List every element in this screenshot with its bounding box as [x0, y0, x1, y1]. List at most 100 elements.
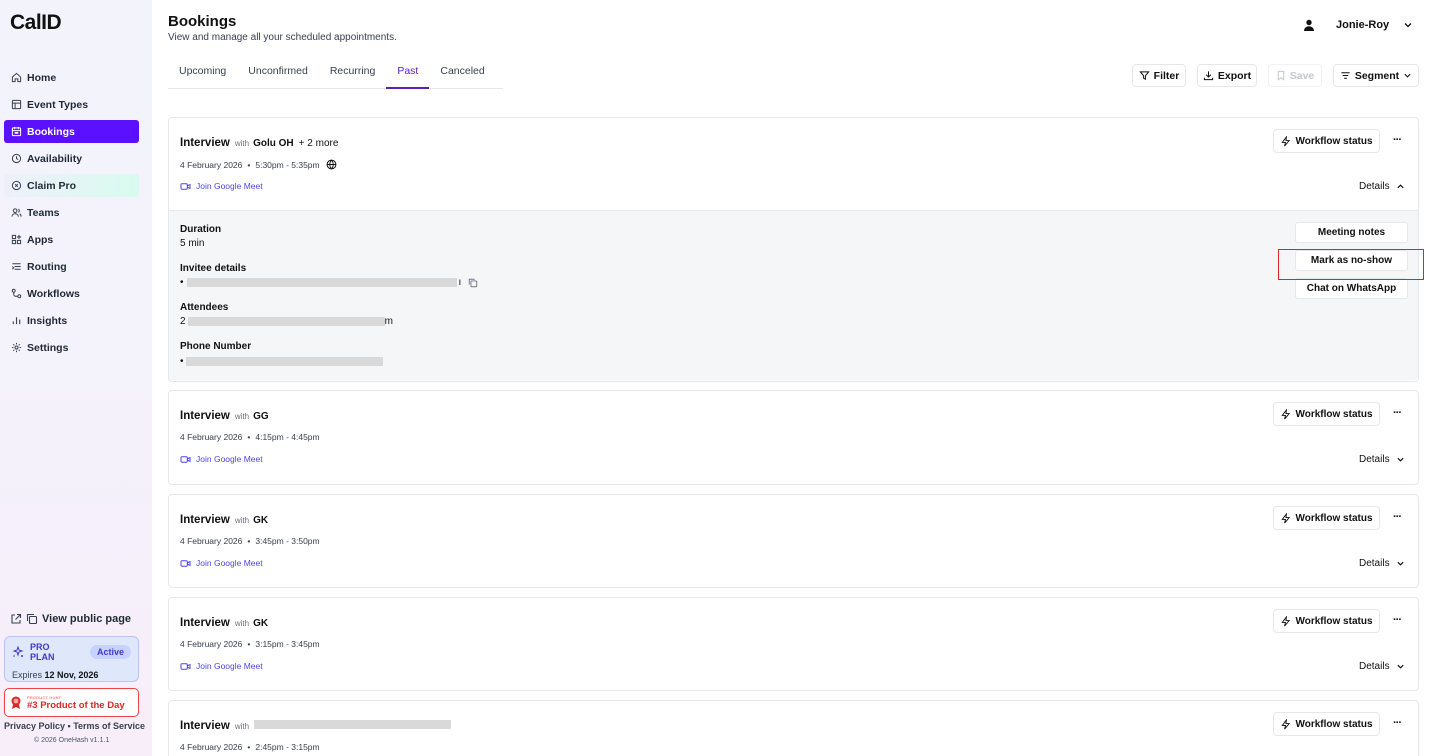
details-label: Details	[1359, 454, 1390, 465]
with-label: with	[234, 139, 250, 148]
chevron-down-icon	[1396, 662, 1405, 671]
event-types-icon	[10, 99, 22, 111]
routing-icon	[10, 261, 22, 273]
sidebar-item-settings[interactable]: Settings	[4, 336, 139, 359]
attendees-prefix: 2	[180, 316, 186, 327]
more-options-icon[interactable]: ···	[1390, 132, 1404, 148]
footer-links[interactable]: Privacy Policy • Terms of Service	[4, 721, 145, 731]
details-toggle[interactable]: Details	[1359, 181, 1405, 192]
sidebar-item-label: Routing	[27, 260, 67, 273]
redacted-text	[254, 720, 452, 729]
save-button[interactable]: Save	[1268, 64, 1322, 87]
workflow-status-label: Workflow status	[1295, 408, 1373, 420]
tab-past[interactable]: Past	[386, 58, 430, 89]
sidebar-item-apps[interactable]: Apps	[4, 228, 139, 251]
booking-time: 2:45pm - 3:15pm	[255, 742, 320, 752]
tab-unconfirmed[interactable]: Unconfirmed	[237, 58, 319, 89]
more-options-icon[interactable]: ···	[1390, 612, 1404, 628]
copy-icon[interactable]	[468, 278, 478, 288]
join-meet-link[interactable]: Join Google Meet	[180, 661, 263, 671]
sidebar-item-label: Bookings	[27, 125, 75, 138]
workflows-icon	[10, 288, 22, 300]
filter-button[interactable]: Filter	[1132, 64, 1186, 87]
view-public-page-link[interactable]: View public page	[10, 613, 131, 625]
event-name: Interview	[180, 514, 230, 526]
sidebar-item-event-types[interactable]: Event Types	[4, 93, 139, 116]
video-icon	[180, 559, 191, 568]
details-label: Details	[1359, 661, 1390, 672]
sidebar-item-label: Settings	[27, 341, 69, 354]
sidebar-item-workflows[interactable]: Workflows	[4, 282, 139, 305]
pro-plan-card[interactable]: PRO PLAN Active Expires 12 Nov, 2026	[4, 636, 139, 682]
join-meet-link[interactable]: Join Google Meet	[180, 454, 263, 464]
booking-card: Interview with Golu OH + 2 more 4 Februa…	[168, 117, 1419, 382]
chat-whatsapp-button[interactable]: Chat on WhatsApp	[1295, 278, 1408, 299]
sidebar-item-availability[interactable]: Availability	[4, 147, 139, 170]
with-label: with	[234, 722, 250, 731]
export-button[interactable]: Export	[1197, 64, 1257, 87]
tab-upcoming[interactable]: Upcoming	[168, 58, 237, 89]
sidebar-item-home[interactable]: Home	[4, 66, 139, 89]
details-toggle[interactable]: Details	[1359, 661, 1405, 672]
booking-tabs: Upcoming Unconfirmed Recurring Past Canc…	[168, 58, 503, 89]
tab-canceled[interactable]: Canceled	[429, 58, 495, 89]
external-link-icon	[10, 613, 22, 625]
meeting-notes-button[interactable]: Meeting notes	[1295, 222, 1408, 243]
more-options-icon[interactable]: ···	[1390, 715, 1404, 731]
insights-icon	[10, 315, 22, 327]
booking-title: Interview with GK	[180, 617, 268, 629]
sidebar-item-teams[interactable]: Teams	[4, 201, 139, 224]
app-logo[interactable]: CalID	[10, 11, 62, 35]
booking-datetime: 4 February 2026 • 3:15pm - 3:45pm	[180, 639, 320, 649]
details-toggle[interactable]: Details	[1359, 454, 1405, 465]
chevron-down-icon	[1396, 455, 1405, 464]
workflow-status-button[interactable]: Workflow status	[1273, 402, 1380, 426]
invitee-details-label: Invitee details	[180, 263, 247, 274]
lightning-icon	[1280, 408, 1291, 420]
sidebar-item-label: Workflows	[27, 287, 80, 300]
user-menu[interactable]: Jonie-Roy	[1302, 18, 1413, 32]
workflow-status-button[interactable]: Workflow status	[1273, 129, 1380, 153]
sidebar-item-label: Claim Pro	[27, 179, 77, 192]
lightning-icon	[1280, 718, 1291, 730]
join-meet-link[interactable]: Join Google Meet	[180, 558, 263, 568]
download-icon	[1203, 70, 1214, 81]
globe-icon[interactable]	[326, 159, 337, 170]
tab-recurring[interactable]: Recurring	[319, 58, 387, 89]
chevron-up-icon	[1396, 182, 1405, 191]
bookmark-icon	[1276, 70, 1286, 81]
workflow-status-button[interactable]: Workflow status	[1273, 609, 1380, 633]
mark-no-show-button[interactable]: Mark as no-show	[1295, 250, 1408, 271]
details-toggle[interactable]: Details	[1359, 558, 1405, 569]
sidebar-item-label: Event Types	[27, 98, 89, 111]
more-options-icon[interactable]: ···	[1390, 405, 1404, 421]
booking-time: 5:30pm - 5:35pm	[255, 159, 320, 170]
workflow-status-button[interactable]: Workflow status	[1273, 712, 1380, 736]
sidebar-item-bookings[interactable]: Bookings	[4, 120, 139, 143]
more-attendees[interactable]: + 2 more	[299, 138, 339, 149]
sidebar-item-claim-pro[interactable]: Claim Pro	[4, 174, 139, 197]
product-hunt-badge[interactable]: PRODUCT HUNT #3 Product of the Day	[4, 688, 139, 717]
join-meet-label: Join Google Meet	[196, 181, 263, 191]
booking-time: 3:15pm - 3:45pm	[255, 639, 320, 649]
more-options-icon[interactable]: ···	[1390, 509, 1404, 525]
copy-icon[interactable]	[26, 613, 38, 625]
sidebar-item-routing[interactable]: Routing	[4, 255, 139, 278]
page-title: Bookings	[168, 13, 237, 30]
medal-icon	[10, 696, 22, 710]
plan-expiry-date: 12 Nov, 2026	[44, 670, 99, 680]
duration-label: Duration	[180, 224, 222, 235]
phone-number-value: •	[180, 356, 383, 367]
workflow-status-button[interactable]: Workflow status	[1273, 506, 1380, 530]
separator-dot: •	[247, 536, 251, 546]
sidebar-item-label: Insights	[27, 314, 68, 327]
details-label: Details	[1359, 181, 1390, 192]
sidebar-item-insights[interactable]: Insights	[4, 309, 139, 332]
with-label: with	[234, 619, 250, 628]
workflow-status-label: Workflow status	[1295, 615, 1373, 627]
segment-dropdown[interactable]: Segment	[1333, 64, 1419, 87]
lightning-icon	[1280, 135, 1291, 147]
lightning-icon	[1280, 615, 1291, 627]
chevron-down-icon	[1403, 20, 1413, 30]
join-meet-link[interactable]: Join Google Meet	[180, 181, 263, 191]
